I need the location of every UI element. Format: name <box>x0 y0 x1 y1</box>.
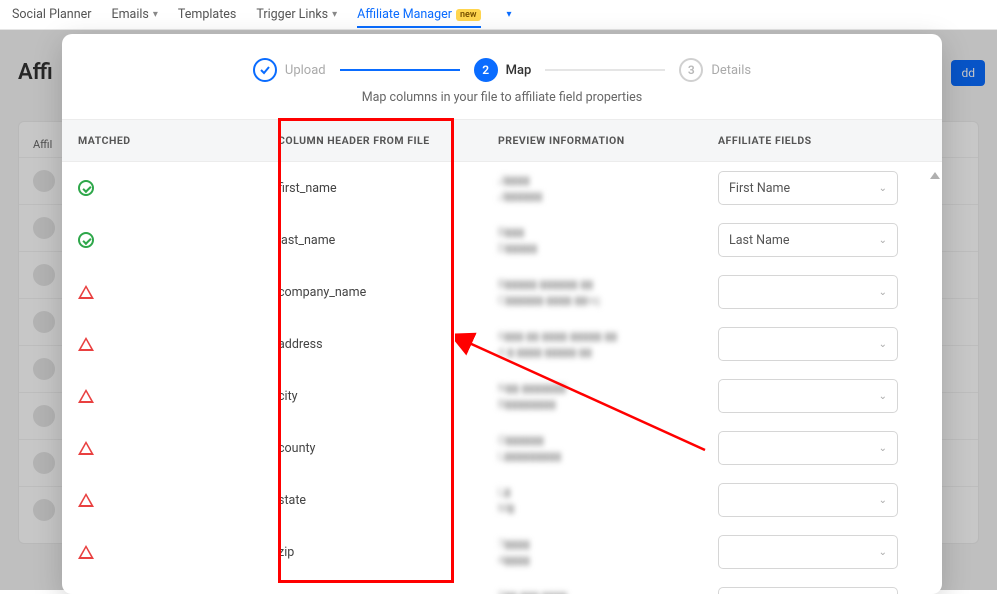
chevron-down-icon: ⌄ <box>879 495 887 506</box>
column-header-value: address <box>262 331 482 358</box>
affiliate-field-select[interactable]: First Name ⌄ <box>718 171 898 205</box>
top-nav: Social Planner Emails ▾ Templates Trigge… <box>0 0 997 30</box>
select-value: First Name <box>729 181 790 196</box>
affiliate-field-select[interactable]: Last Name ⌄ <box>718 223 898 257</box>
select-value: Last Name <box>729 233 789 248</box>
preview-value: B▮▮▮D▮▮▮▮▮ <box>482 218 702 262</box>
table-row: last_nameB▮▮▮D▮▮▮▮▮ Last Name ⌄ <box>62 214 942 266</box>
warning-triangle-icon <box>78 493 94 507</box>
chevron-down-icon: ⌄ <box>879 391 887 402</box>
table-row: address6▮▮▮ ▮▮ ▮▮▮▮ ▮▮▮▮▮ ▮▮4 ▮ ▮▮▮▮ ▮▮▮… <box>62 318 942 370</box>
table-row: zip7▮▮▮▮4▮▮▮▮ ⌄ <box>62 526 942 578</box>
warning-triangle-icon <box>78 337 94 351</box>
chevron-down-icon: ▾ <box>332 9 337 20</box>
warning-triangle-icon <box>78 441 94 455</box>
table-row: stateL▮M▮ ⌄ <box>62 474 942 526</box>
import-mapping-modal: Upload 2 Map 3 Details Map columns in yo… <box>62 34 942 594</box>
col-affiliate-fields: AFFILIATE FIELDS <box>702 120 932 161</box>
nav-social-planner[interactable]: Social Planner <box>12 7 91 22</box>
step-map[interactable]: 2 Map <box>474 58 532 82</box>
preview-value: J▮▮▮▮J▮▮▮▮▮▮ <box>482 166 702 210</box>
preview-value: L▮M▮ <box>482 478 702 522</box>
table-row: countyO▮▮▮▮▮▮L▮▮▮▮▮▮▮▮▮ ⌄ <box>62 422 942 474</box>
column-header-value: last_name <box>262 227 482 254</box>
scroll-up-icon[interactable] <box>930 172 940 179</box>
table-row: first_nameJ▮▮▮▮J▮▮▮▮▮▮ First Name ⌄ <box>62 162 942 214</box>
stepper-subtitle: Map columns in your file to affiliate fi… <box>62 90 942 119</box>
chevron-down-icon[interactable]: ▾ <box>507 9 512 20</box>
nav-trigger-links[interactable]: Trigger Links ▾ <box>256 7 337 22</box>
column-header-value: county <box>262 435 482 462</box>
wizard-stepper: Upload 2 Map 3 Details <box>62 34 942 90</box>
warning-triangle-icon <box>78 545 94 559</box>
step-connector <box>340 69 460 71</box>
column-header-value: phone <box>262 591 482 594</box>
chevron-down-icon: ⌄ <box>879 339 887 350</box>
column-header-value: company_name <box>262 279 482 306</box>
checkmark-icon <box>253 58 277 82</box>
chevron-down-icon: ⌄ <box>879 443 887 454</box>
preview-value: 6▮▮▮ ▮▮ ▮▮▮▮ ▮▮▮▮▮ ▮▮4 ▮ ▮▮▮▮ ▮▮▮▮▮ ▮▮ <box>482 322 702 366</box>
affiliate-field-select[interactable]: ⌄ <box>718 535 898 569</box>
mapping-table: MATCHED COLUMN HEADER FROM FILE PREVIEW … <box>62 119 942 594</box>
col-preview: PREVIEW INFORMATION <box>482 120 702 161</box>
preview-value: O▮▮▮▮▮▮L▮▮▮▮▮▮▮▮▮ <box>482 426 702 470</box>
preview-value: B▮▮▮▮▮ ▮▮▮▮▮▮ ▮▮C▮▮▮▮▮▮ ▮▮▮▮ ▮▮sq <box>482 270 702 314</box>
warning-triangle-icon <box>78 285 94 299</box>
col-matched: MATCHED <box>62 120 262 161</box>
column-header-value: zip <box>262 539 482 566</box>
nav-templates[interactable]: Templates <box>178 7 236 22</box>
nav-affiliate-manager[interactable]: Affiliate Manager new <box>357 7 480 28</box>
chevron-down-icon: ⌄ <box>879 287 887 298</box>
affiliate-field-select[interactable]: ⌄ <box>718 275 898 309</box>
step-upload[interactable]: Upload <box>253 58 326 82</box>
affiliate-field-select[interactable]: ⌄ <box>718 431 898 465</box>
check-circle-icon <box>78 232 94 248</box>
table-row: cityN▮▮ ▮▮▮▮▮▮▮B▮▮▮▮▮▮▮▮ ⌄ <box>62 370 942 422</box>
affiliate-field-select[interactable]: ⌄ <box>718 327 898 361</box>
col-header-from-file: COLUMN HEADER FROM FILE <box>262 120 482 161</box>
chevron-down-icon: ▾ <box>153 9 158 20</box>
preview-value: 7▮▮▮▮4▮▮▮▮ <box>482 530 702 574</box>
preview-value: N▮▮ ▮▮▮▮▮▮▮B▮▮▮▮▮▮▮▮ <box>482 374 702 418</box>
chevron-down-icon: ⌄ <box>879 547 887 558</box>
affiliate-field-select[interactable]: ⌄ <box>718 483 898 517</box>
column-header-value: city <box>262 383 482 410</box>
table-row: phone5▮▮ ▮▮▮ ▮▮▮▮8▮▮ ▮▮▮ ▮▮▮▮ Phone⌄ <box>62 578 942 594</box>
new-badge: new <box>456 9 481 21</box>
chevron-down-icon: ⌄ <box>879 235 887 246</box>
table-header-row: MATCHED COLUMN HEADER FROM FILE PREVIEW … <box>62 119 942 162</box>
warning-triangle-icon <box>78 389 94 403</box>
column-header-value: first_name <box>262 175 482 202</box>
step-connector <box>545 69 665 71</box>
affiliate-field-select[interactable]: Phone⌄ <box>718 587 898 594</box>
step-details[interactable]: 3 Details <box>679 58 751 82</box>
nav-emails[interactable]: Emails ▾ <box>111 7 157 22</box>
table-row: company_nameB▮▮▮▮▮ ▮▮▮▮▮▮ ▮▮C▮▮▮▮▮▮ ▮▮▮▮… <box>62 266 942 318</box>
chevron-down-icon: ⌄ <box>879 183 887 194</box>
check-circle-icon <box>78 180 94 196</box>
preview-value: 5▮▮ ▮▮▮ ▮▮▮▮8▮▮ ▮▮▮ ▮▮▮▮ <box>482 582 702 594</box>
affiliate-field-select[interactable]: ⌄ <box>718 379 898 413</box>
column-header-value: state <box>262 487 482 514</box>
